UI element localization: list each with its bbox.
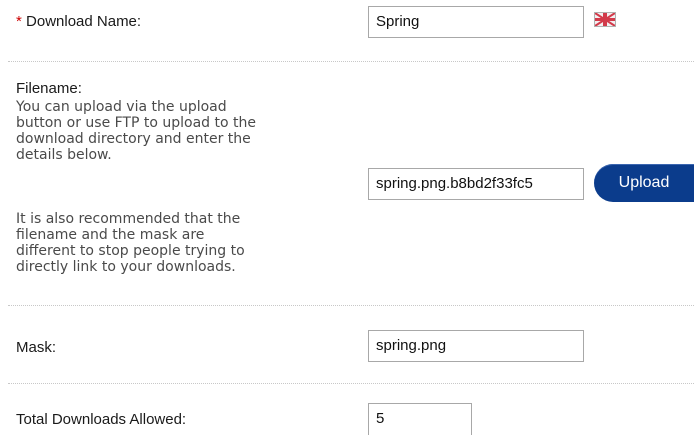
total-downloads-input[interactable]: 5 — [368, 403, 472, 435]
filename-help-text-2: It is also recommended that the filename… — [16, 211, 336, 275]
divider — [8, 383, 694, 384]
total-downloads-label: Total Downloads Allowed: — [16, 411, 187, 428]
mask-input[interactable]: spring.png — [368, 330, 584, 362]
filename-input[interactable]: spring.png.b8bd2f33fc5 — [368, 168, 584, 200]
download-name-input[interactable]: Spring — [368, 6, 584, 38]
help-line: directly link to your downloads. — [16, 259, 236, 275]
upload-button[interactable]: Upload — [594, 164, 694, 202]
mask-label: Mask: — [16, 339, 57, 356]
download-name-label: * Download Name: — [16, 13, 141, 30]
help-line: download directory and enter the — [16, 131, 251, 147]
required-marker: * — [16, 13, 22, 30]
filename-help-text-1: You can upload via the upload button or … — [16, 99, 336, 163]
help-line: button or use FTP to upload to the — [16, 115, 256, 131]
divider — [8, 61, 694, 62]
help-line: filename and the mask are — [16, 227, 205, 243]
filename-label: Filename: — [16, 80, 82, 97]
help-line: It is also recommended that the — [16, 211, 241, 227]
help-line: details below. — [16, 147, 112, 163]
help-line: You can upload via the upload — [16, 99, 227, 115]
download-name-label-text: Download Name: — [26, 13, 142, 30]
uk-flag-icon[interactable] — [594, 12, 616, 27]
divider — [8, 305, 694, 306]
help-line: different to stop people trying to — [16, 243, 245, 259]
